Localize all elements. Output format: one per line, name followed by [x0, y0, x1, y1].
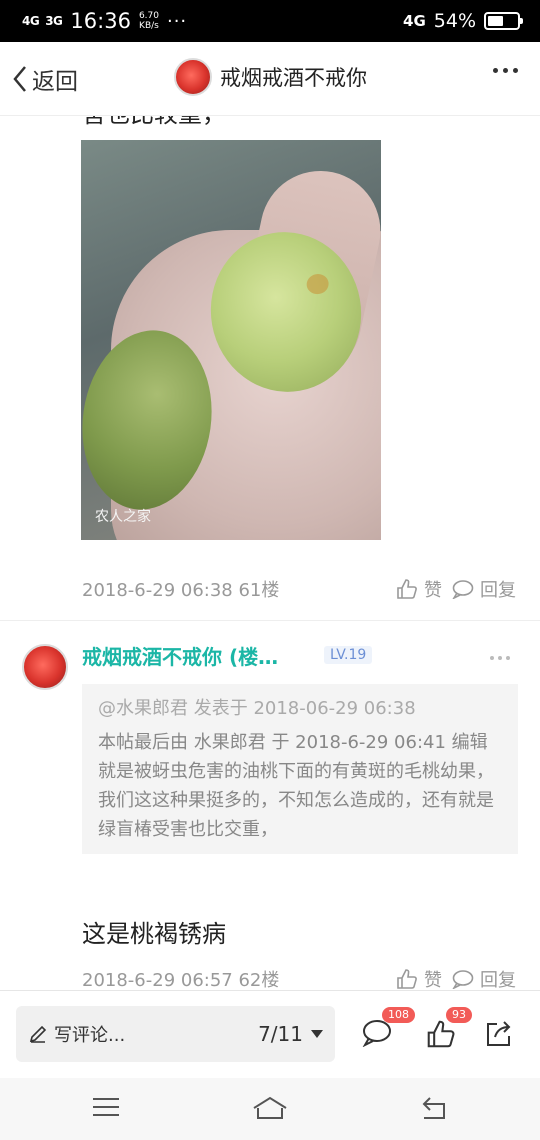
like-label: 赞	[424, 580, 442, 601]
more-dots-icon[interactable]	[490, 656, 510, 660]
clock: 16:36	[70, 9, 131, 33]
comment-count-badge: 108	[382, 1007, 415, 1023]
signal-3g-indicator: 3G	[45, 14, 63, 28]
comment-input[interactable]: 写评论... 7/11	[16, 1006, 335, 1062]
home-button[interactable]	[252, 1096, 288, 1124]
reply-username[interactable]: 戒烟戒酒不戒你 (楼…	[82, 641, 278, 670]
thumb-up-icon	[427, 1020, 455, 1048]
comments-button[interactable]: 108	[362, 1007, 415, 1051]
post-meta: 2018-6-29 06:57 62楼	[82, 970, 280, 991]
speech-bubble-icon	[452, 580, 474, 599]
like-count-badge: 93	[446, 1007, 472, 1023]
thread-title: 戒烟戒酒不戒你	[174, 58, 367, 96]
page-selector[interactable]: 7/11	[258, 1022, 323, 1046]
thumb-up-icon	[397, 579, 417, 599]
bottom-action-bar: 写评论... 7/11 108 93	[0, 990, 540, 1078]
level-badge: LV.19	[324, 646, 373, 664]
chevron-left-icon	[13, 65, 26, 92]
reply-author-avatar[interactable]	[22, 644, 68, 690]
battery-fill	[488, 16, 503, 26]
quote-body: 本帖最后由 水果郎君 于 2018-6-29 06:41 编辑 就是被蚜虫危害的…	[98, 732, 494, 840]
like-label: 赞	[424, 970, 442, 991]
notification-dots: ···	[166, 10, 188, 32]
thread-title-text: 戒烟戒酒不戒你	[220, 66, 367, 90]
reply-label: 回复	[480, 970, 516, 991]
like-button[interactable]: 赞	[396, 576, 442, 602]
network-speed: 6.70 KB/s	[139, 11, 159, 31]
menu-button[interactable]	[92, 1096, 120, 1122]
post-image-peaches[interactable]: 农人之家	[81, 140, 381, 540]
top-nav-bar: 返回 戒烟戒酒不戒你	[0, 42, 540, 116]
system-navigation-bar	[0, 1078, 540, 1140]
home-icon	[253, 1096, 287, 1119]
comment-placeholder: 写评论...	[54, 1025, 126, 1046]
network-speed-unit: KB/s	[139, 21, 159, 31]
reply-text: 这是桃褐锈病	[82, 920, 226, 948]
speech-bubble-icon	[362, 1020, 391, 1048]
reply-label: 回复	[480, 580, 516, 601]
system-back-button[interactable]	[420, 1096, 448, 1124]
back-button[interactable]: 返回	[12, 62, 78, 96]
share-button[interactable]	[484, 1019, 514, 1053]
author-avatar[interactable]	[174, 58, 212, 96]
share-icon	[487, 1021, 511, 1046]
network-speed-value: 6.70	[138, 11, 159, 21]
pen-icon	[29, 1025, 47, 1043]
like-button[interactable]: 赞	[396, 966, 442, 992]
post-actions: 赞 回复	[396, 576, 516, 602]
return-icon	[422, 1097, 445, 1119]
triangle-down-icon	[311, 1030, 323, 1038]
reply-button[interactable]: 回复	[452, 966, 516, 992]
image-watermark: 农人之家	[95, 509, 151, 525]
thumb-up-icon	[397, 969, 417, 989]
battery-icon	[484, 12, 523, 30]
back-label: 返回	[32, 68, 78, 95]
post-actions: 赞 回复	[396, 966, 516, 992]
battery-percent: 54%	[433, 10, 476, 32]
post-meta: 2018-6-29 06:38 61楼	[82, 580, 280, 601]
post-divider	[0, 620, 540, 621]
speech-bubble-icon	[452, 970, 474, 989]
more-dots-icon[interactable]	[493, 68, 518, 73]
reply-button[interactable]: 回复	[452, 576, 516, 602]
like-post-button[interactable]: 93	[426, 1007, 472, 1053]
page-indicator: 7/11	[258, 1022, 303, 1046]
menu-icon	[93, 1098, 119, 1116]
signal-4g-indicator: 4G	[22, 14, 40, 28]
status-bar: 4G 3G 16:36 6.70 KB/s ··· 4G 54%	[0, 0, 540, 42]
quote-header: @水果郎君 发表于 2018-06-29 06:38	[98, 698, 416, 719]
network-type: 4G	[403, 12, 426, 30]
quoted-post[interactable]: @水果郎君 发表于 2018-06-29 06:38 本帖最后由 水果郎君 于 …	[82, 684, 518, 854]
